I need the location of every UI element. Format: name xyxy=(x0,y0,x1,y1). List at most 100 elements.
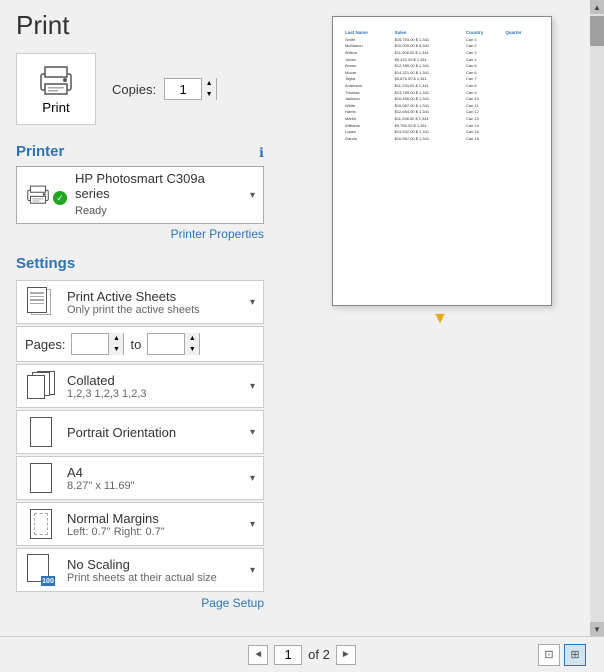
copies-input-wrap: ▲ ▼ xyxy=(164,78,217,100)
fit-page-btn[interactable]: ⊡ xyxy=(538,644,560,666)
table-row: Jones$9,432.00 $ 1,341Can 4 xyxy=(343,56,541,63)
table-row: Williams$9,765.00 $ 1,341Can 14 xyxy=(343,122,541,129)
table-row: Harris$12,654.00 $ 1,341Can 12 xyxy=(343,109,541,116)
scroll-up-btn[interactable]: ▲ xyxy=(590,0,604,14)
left-panel: Print Print Copies: ▲ xyxy=(0,0,280,636)
table-row: Garcia$10,987.00 $ 1,341Can 16 xyxy=(343,135,541,142)
pages-from-input[interactable] xyxy=(72,334,108,354)
setting-active-sheets-text: Print Active Sheets Only print the activ… xyxy=(67,289,240,316)
setting-arrow-3: ▾ xyxy=(250,473,255,484)
pages-to-down[interactable]: ▼ xyxy=(185,344,199,355)
table-row: Wilson$11,908.00 $ 1,341Can 3 xyxy=(343,49,541,56)
pages-from-wrap: ▲ ▼ xyxy=(71,333,124,355)
table-row: Martin$11,098.00 $ 1,341Can 13 xyxy=(343,115,541,122)
preview-col-header-1: Sales xyxy=(393,29,464,36)
printer-section-title: Printer xyxy=(16,143,64,160)
table-row: Thomas$13,789.00 $ 1,341Can 9 xyxy=(343,89,541,96)
scroll-down-btn[interactable]: ▼ xyxy=(590,622,604,636)
table-row: White$15,987.00 $ 1,341Can 11 xyxy=(343,102,541,109)
setting-scaling[interactable]: 100 No Scaling Print sheets at their act… xyxy=(16,548,264,592)
printer-ready-badge: ✓ xyxy=(53,191,67,205)
page-setup-link[interactable]: Page Setup xyxy=(16,596,264,610)
setting-portrait[interactable]: Portrait Orientation ▾ xyxy=(16,410,264,454)
table-row: Taylor$9,876.00 $ 1,341Can 7 xyxy=(343,76,541,83)
preview-col-header-2: Country xyxy=(464,29,503,36)
scale-icon: 100 xyxy=(25,554,57,586)
table-row: Moore$14,321.00 $ 1,341Can 6 xyxy=(343,69,541,76)
printer-name: HP Photosmart C309a series xyxy=(75,171,242,201)
table-row: Jackson$10,456.00 $ 1,341Can 10 xyxy=(343,95,541,102)
pages-from-down[interactable]: ▼ xyxy=(109,344,123,355)
printer-section: Printer ℹ ✓ HP Photosmart C309a xyxy=(16,139,264,241)
to-label: to xyxy=(130,337,141,352)
pages-label: Pages: xyxy=(25,337,65,352)
setting-arrow-4: ▾ xyxy=(250,519,255,530)
view-icon-group: ⊡ ⊞ xyxy=(538,644,586,666)
printer-properties-link[interactable]: Printer Properties xyxy=(16,227,264,241)
print-button[interactable]: Print xyxy=(16,53,96,125)
printer-name-area: HP Photosmart C309a series Ready xyxy=(75,171,242,219)
scrollbar[interactable]: ▲ ▼ xyxy=(590,0,604,636)
print-button-area: Print Copies: ▲ ▼ xyxy=(16,53,264,125)
prev-page-btn[interactable]: ◄ xyxy=(248,645,268,665)
fit-width-btn[interactable]: ⊞ xyxy=(564,644,586,666)
printer-dropdown[interactable]: ✓ HP Photosmart C309a series Ready ▾ xyxy=(16,166,264,224)
pages-to-input[interactable] xyxy=(148,334,184,354)
info-icon[interactable]: ℹ xyxy=(259,145,264,161)
setting-arrow-5: ▾ xyxy=(250,565,255,576)
printer-small-icon xyxy=(25,183,51,207)
table-row: Lopez$14,532.00 $ 1,341Can 15 xyxy=(343,128,541,135)
setting-paper-size[interactable]: A4 8.27" x 11.69" ▾ xyxy=(16,456,264,500)
setting-portrait-text: Portrait Orientation xyxy=(67,425,240,440)
paper-icon xyxy=(25,463,57,493)
printer-dropdown-arrow: ▾ xyxy=(250,190,255,201)
setting-arrow-0: ▾ xyxy=(250,297,255,308)
collated-icon xyxy=(25,371,57,401)
preview-arrow-row: ▼ xyxy=(288,310,596,328)
settings-section-title: Settings xyxy=(16,255,264,272)
setting-collated-text: Collated 1,2,3 1,2,3 1,2,3 xyxy=(67,373,240,400)
printer-status: Ready xyxy=(75,205,107,217)
preview-panel: ▲ ▼ Last Name Sales Country Quarter Smit… xyxy=(280,0,604,636)
setting-arrow-2: ▾ xyxy=(250,427,255,438)
copies-spinner: ▲ ▼ xyxy=(201,78,216,100)
margin-icon xyxy=(25,509,57,539)
scroll-thumb[interactable] xyxy=(590,16,604,46)
setting-paper-text: A4 8.27" x 11.69" xyxy=(67,465,240,492)
portrait-icon xyxy=(25,417,57,447)
printer-icon xyxy=(37,64,75,96)
sheets-icon xyxy=(25,287,57,317)
table-row: McMahon$10,000.00 $ 8,341Can 2 xyxy=(343,43,541,50)
table-row: Smith$16,753.00 $ 1,341Can 1 xyxy=(343,36,541,43)
scroll-down-arrow: ▼ xyxy=(432,310,448,328)
preview-table: Last Name Sales Country Quarter Smith$16… xyxy=(343,29,541,142)
setting-active-sheets[interactable]: Print Active Sheets Only print the activ… xyxy=(16,280,264,324)
print-btn-label: Print xyxy=(42,100,69,115)
pages-from-up[interactable]: ▲ xyxy=(109,333,123,344)
page-title: Print xyxy=(16,10,264,41)
preview-col-header-3: Quarter xyxy=(503,29,541,36)
of-pages-label: of 2 xyxy=(308,647,330,662)
copies-label: Copies: xyxy=(112,82,156,97)
preview-col-header-0: Last Name xyxy=(343,29,393,36)
setting-collated[interactable]: Collated 1,2,3 1,2,3 1,2,3 ▾ xyxy=(16,364,264,408)
pages-to-up[interactable]: ▲ xyxy=(185,333,199,344)
setting-margins-text: Normal Margins Left: 0.7" Right: 0.7" xyxy=(67,511,240,538)
next-page-btn[interactable]: ► xyxy=(336,645,356,665)
copies-input[interactable] xyxy=(165,79,201,99)
settings-section: Settings xyxy=(16,251,264,592)
pages-row: Pages: ▲ ▼ to ▲ ▼ xyxy=(16,326,264,362)
pages-from-spinner: ▲ ▼ xyxy=(108,333,123,355)
bottom-bar: ◄ of 2 ► ⊡ ⊞ xyxy=(0,636,604,672)
copies-row: Copies: ▲ ▼ xyxy=(112,78,217,100)
setting-arrow-1: ▾ xyxy=(250,381,255,392)
table-row: Brown$12,189.00 $ 1,341Can 5 xyxy=(343,62,541,69)
preview-page: Last Name Sales Country Quarter Smith$16… xyxy=(332,16,552,306)
page-number-input[interactable] xyxy=(274,645,302,665)
copies-up-btn[interactable]: ▲ xyxy=(202,78,216,89)
setting-margins[interactable]: Normal Margins Left: 0.7" Right: 0.7" ▾ xyxy=(16,502,264,546)
table-row: Anderson$11,234.00 $ 1,341Can 8 xyxy=(343,82,541,89)
copies-down-btn[interactable]: ▼ xyxy=(202,89,216,100)
setting-scaling-text: No Scaling Print sheets at their actual … xyxy=(67,557,240,584)
pages-to-wrap: ▲ ▼ xyxy=(147,333,200,355)
